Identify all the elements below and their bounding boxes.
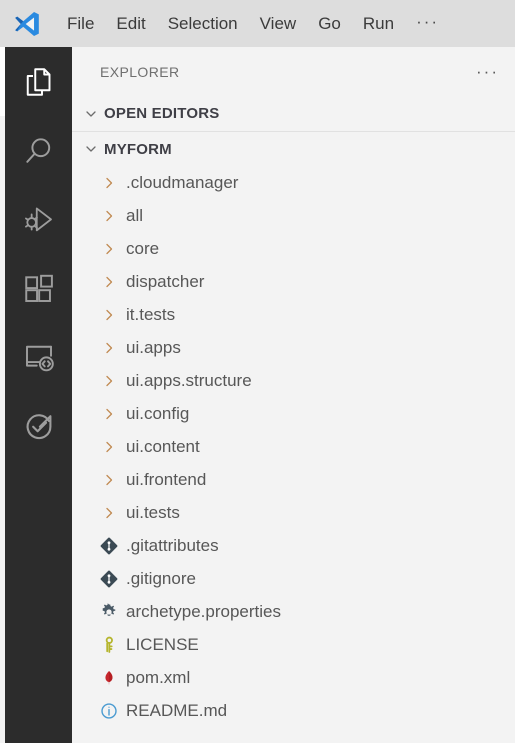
tree-item-label: pom.xml (126, 667, 191, 687)
tree-item-label: .cloudmanager (126, 172, 239, 192)
chevron-right-icon (98, 238, 120, 260)
gear-settings-icon (98, 601, 120, 623)
git-file-icon (98, 535, 120, 557)
chevron-right-icon (98, 304, 120, 326)
menu-item-selection[interactable]: Selection (157, 9, 249, 39)
tree-item-label: archetype.properties (126, 601, 281, 621)
tree-item-label: ui.config (126, 403, 190, 423)
tree-item-all[interactable]: all (72, 199, 515, 232)
extensions-icon (21, 271, 57, 307)
tree-item-it-tests[interactable]: it.tests (72, 298, 515, 331)
tree-item-pom-xml[interactable]: pom.xml (72, 661, 515, 694)
activitybar-item-remote-explorer[interactable] (5, 323, 72, 392)
tree-item-license[interactable]: LICENSE (72, 628, 515, 661)
git-file-icon (98, 568, 120, 590)
explorer-sidebar: EXPLORER ··· OPEN EDITORS MYFORM .cloudm… (72, 47, 515, 743)
menu-item-view[interactable]: View (249, 9, 308, 39)
section-myform[interactable]: MYFORM (72, 131, 515, 166)
chevron-right-icon (98, 403, 120, 425)
tree-item-readme-md[interactable]: README.md (72, 694, 515, 727)
tree-item-core[interactable]: core (72, 232, 515, 265)
activitybar-item-search[interactable] (5, 116, 72, 185)
tree-item-gitattributes[interactable]: .gitattributes (72, 529, 515, 562)
tree-item-label: all (126, 205, 144, 225)
chevron-right-icon (98, 370, 120, 392)
tree-item-ui-tests[interactable]: ui.tests (72, 496, 515, 529)
activitybar-item-explorer[interactable] (5, 47, 72, 116)
menu-item-go[interactable]: Go (307, 9, 352, 39)
tree-item-label: core (126, 238, 160, 258)
menu-bar: File Edit Selection View Go Run ··· (0, 0, 515, 47)
files-icon (21, 64, 57, 100)
search-icon (21, 133, 57, 169)
chevron-right-icon (98, 205, 120, 227)
tree-item-ui-config[interactable]: ui.config (72, 397, 515, 430)
chevron-down-icon (82, 105, 100, 123)
tree-item-label: it.tests (126, 304, 176, 324)
activity-bar (5, 47, 72, 743)
chevron-right-icon (98, 337, 120, 359)
tree-item-label: LICENSE (126, 634, 199, 654)
chevron-down-icon (82, 140, 100, 158)
tree-item-ui-content[interactable]: ui.content (72, 430, 515, 463)
menu-item-file[interactable]: File (56, 9, 105, 39)
activitybar-item-testing[interactable] (5, 392, 72, 461)
tree-item-label: .gitattributes (126, 535, 219, 555)
chevron-right-icon (98, 436, 120, 458)
explorer-more-actions-icon[interactable]: ··· (472, 62, 503, 82)
explorer-header: EXPLORER ··· (72, 47, 515, 96)
explorer-title: EXPLORER (100, 63, 180, 80)
chevron-right-icon (98, 502, 120, 524)
menu-item-run[interactable]: Run (352, 9, 405, 39)
section-open-editors-label: OPEN EDITORS (104, 105, 220, 122)
tree-item-gitignore[interactable]: .gitignore (72, 562, 515, 595)
tree-item-label: ui.apps (126, 337, 181, 357)
tree-item-cloudmanager[interactable]: .cloudmanager (72, 166, 515, 199)
info-readme-icon (98, 700, 120, 722)
section-open-editors[interactable]: OPEN EDITORS (72, 96, 515, 131)
menu-item-edit[interactable]: Edit (105, 9, 156, 39)
tree-item-ui-apps-structure[interactable]: ui.apps.structure (72, 364, 515, 397)
tree-item-ui-frontend[interactable]: ui.frontend (72, 463, 515, 496)
remote-explorer-icon (21, 340, 57, 376)
activitybar-item-extensions[interactable] (5, 254, 72, 323)
tree-item-label: dispatcher (126, 271, 205, 291)
tree-item-dispatcher[interactable]: dispatcher (72, 265, 515, 298)
tree-item-label: README.md (126, 700, 228, 720)
tree-item-archetype-properties[interactable]: archetype.properties (72, 595, 515, 628)
tree-item-label: ui.content (126, 436, 200, 456)
section-myform-label: MYFORM (104, 140, 172, 158)
menu-overflow-icon[interactable]: ··· (405, 11, 450, 37)
tree-item-label: ui.apps.structure (126, 370, 252, 390)
tree-item-ui-apps[interactable]: ui.apps (72, 331, 515, 364)
tree-item-label: .gitignore (126, 568, 196, 588)
chevron-right-icon (98, 271, 120, 293)
tree-item-label: ui.frontend (126, 469, 207, 489)
chevron-right-icon (98, 469, 120, 491)
run-and-debug-icon (21, 202, 57, 238)
key-license-icon (98, 634, 120, 656)
testing-icon (21, 409, 57, 445)
chevron-right-icon (98, 172, 120, 194)
tree-item-label: ui.tests (126, 502, 180, 522)
vscode-logo-icon (10, 7, 44, 41)
maven-pom-icon (98, 667, 120, 689)
activitybar-item-run-and-debug[interactable] (5, 185, 72, 254)
